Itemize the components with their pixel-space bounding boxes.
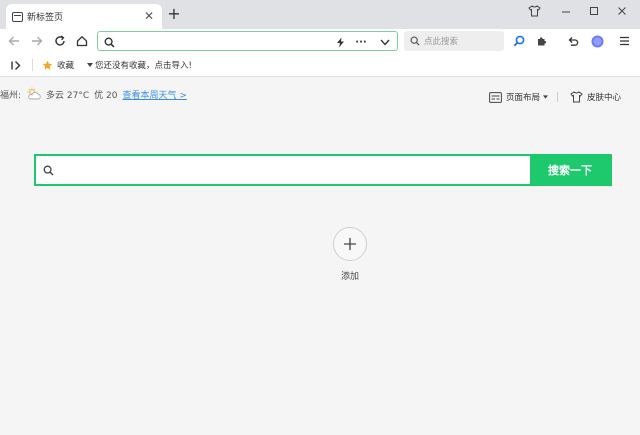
- air-quality: 优 20: [94, 90, 118, 101]
- shirt-icon: [570, 91, 583, 103]
- weekly-weather-link[interactable]: 查看本周天气 >: [122, 88, 186, 101]
- minimize-button[interactable]: [556, 4, 576, 18]
- add-shortcut-label: 添加: [340, 272, 359, 282]
- menu-icon[interactable]: [615, 32, 633, 50]
- find-icon[interactable]: [510, 32, 528, 50]
- main-search-box: 搜索一下: [34, 154, 612, 186]
- chevron-down-icon: [87, 63, 94, 67]
- favorites-menu[interactable]: 收藏: [42, 58, 94, 72]
- search-icon: [407, 33, 423, 49]
- shirt-icon[interactable]: [524, 4, 544, 18]
- forward-button[interactable]: [28, 32, 46, 50]
- divider: [32, 59, 33, 71]
- import-bookmarks-link[interactable]: 您还没有收藏，点击导入!: [95, 58, 192, 72]
- favorites-label: 收藏: [57, 61, 75, 71]
- cloudy-weather-icon: [27, 87, 41, 100]
- plus-icon: [344, 238, 356, 250]
- star-icon: [42, 60, 53, 70]
- undo-icon[interactable]: [564, 32, 582, 50]
- refresh-button[interactable]: [51, 32, 69, 50]
- weather-widget: 福州: 多云 27°C 优 20 查看本周天气 >: [0, 87, 192, 101]
- weather-condition: 多云 27°C: [46, 90, 90, 101]
- search-icon: [40, 162, 56, 178]
- side-search-input[interactable]: [424, 34, 500, 48]
- close-tab-icon[interactable]: ✕: [144, 9, 154, 23]
- chevron-down-icon[interactable]: [377, 34, 393, 50]
- city-label: 福州:: [0, 90, 22, 101]
- maximize-button[interactable]: [584, 4, 604, 18]
- bookmarks-bar: 收藏 您还没有收藏，点击导入!: [0, 53, 640, 77]
- tab-title: 新标签页: [27, 13, 64, 23]
- chevron-down-icon: [543, 95, 549, 99]
- back-button[interactable]: [5, 32, 23, 50]
- home-button[interactable]: [73, 32, 91, 50]
- skin-center-button[interactable]: 皮肤中心: [570, 90, 621, 104]
- layout-icon: [489, 91, 502, 103]
- lightning-icon[interactable]: [332, 34, 348, 50]
- tab-strip: 新标签页 ✕ +: [0, 0, 640, 29]
- search-icon: [101, 34, 117, 50]
- page-icon: [12, 11, 23, 22]
- navigation-toolbar: ···: [0, 29, 640, 53]
- main-search-input[interactable]: [60, 161, 530, 179]
- address-input[interactable]: [118, 34, 338, 48]
- search-button[interactable]: 搜索一下: [530, 156, 610, 184]
- add-shortcut-button[interactable]: [333, 227, 367, 261]
- skin-center-label: 皮肤中心: [587, 93, 622, 103]
- new-tab-page: 福州: 多云 27°C 优 20 查看本周天气 > 页面布局 皮肤中心 搜索一下…: [0, 78, 640, 435]
- address-bar[interactable]: ···: [97, 31, 398, 51]
- new-tab-button[interactable]: +: [166, 6, 182, 22]
- extensions-icon[interactable]: [533, 32, 551, 50]
- side-search-box[interactable]: [404, 31, 504, 51]
- ai-assistant-icon[interactable]: [588, 32, 606, 50]
- close-window-button[interactable]: [612, 4, 632, 18]
- divider: [557, 92, 558, 102]
- tab-new-tab[interactable]: 新标签页 ✕: [6, 4, 162, 29]
- sidebar-toggle-icon[interactable]: [10, 58, 22, 72]
- more-icon[interactable]: ···: [353, 34, 369, 50]
- page-layout-button[interactable]: 页面布局: [489, 90, 549, 104]
- page-layout-label: 页面布局: [506, 93, 541, 103]
